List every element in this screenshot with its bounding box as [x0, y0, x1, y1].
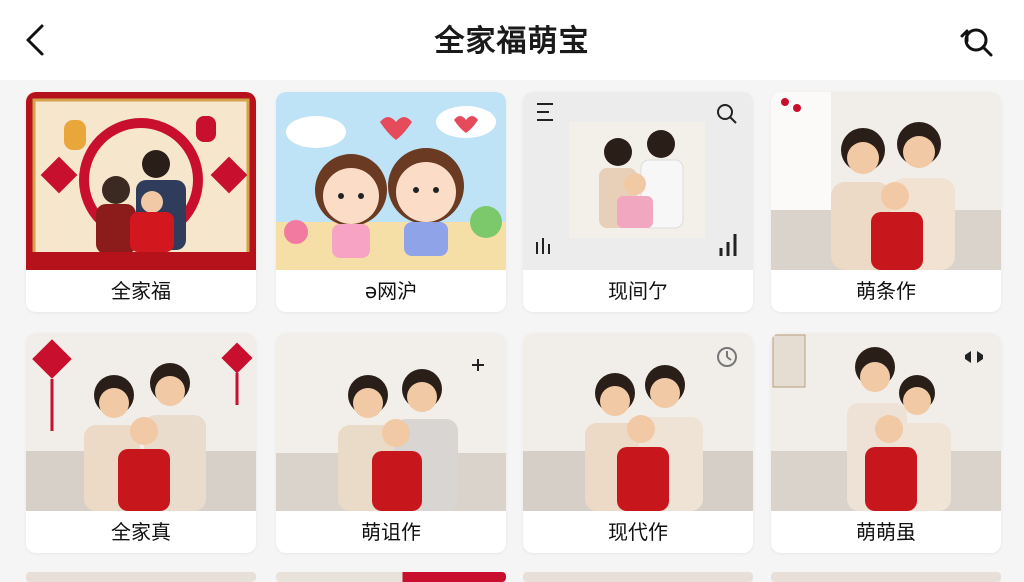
search-icon	[960, 28, 993, 57]
template-thumbnail	[26, 333, 256, 511]
search-button[interactable]	[956, 22, 996, 62]
template-label: 全家福	[111, 279, 171, 303]
template-card-1[interactable]: 全家福	[26, 92, 256, 312]
template-thumbnail	[523, 333, 753, 511]
top-bar: 全家福萌宝	[0, 0, 1024, 80]
next-row-card[interactable]	[276, 572, 506, 582]
template-thumbnail	[771, 333, 1001, 511]
template-card-5[interactable]: 全家真	[26, 333, 256, 553]
template-thumbnail	[276, 333, 506, 511]
template-label: 萌条作	[856, 279, 916, 303]
template-card-2[interactable]: ə网沪	[276, 92, 506, 312]
page-title: 全家福萌宝	[434, 24, 590, 59]
next-row-card[interactable]	[771, 572, 1001, 582]
template-label: 现间亇	[608, 279, 668, 303]
template-thumbnail	[276, 92, 506, 270]
template-label: 萌诅作	[361, 520, 421, 544]
next-row-card[interactable]	[523, 572, 753, 582]
template-label: 萌萌虽	[856, 520, 916, 544]
template-thumbnail	[523, 92, 753, 270]
template-card-7[interactable]: 现代作	[523, 333, 753, 553]
template-label: 现代作	[608, 520, 668, 544]
template-thumbnail	[26, 92, 256, 270]
template-label: ə网沪	[364, 279, 418, 303]
template-card-4[interactable]: 萌条作	[771, 92, 1001, 312]
template-card-6[interactable]: 萌诅作	[276, 333, 506, 553]
template-card-3[interactable]: 现间亇	[523, 92, 753, 312]
template-card-8[interactable]: 萌萌虽	[771, 333, 1001, 553]
next-row-card[interactable]	[26, 572, 256, 582]
template-thumbnail	[771, 92, 1001, 270]
template-label: 全家真	[111, 520, 171, 544]
